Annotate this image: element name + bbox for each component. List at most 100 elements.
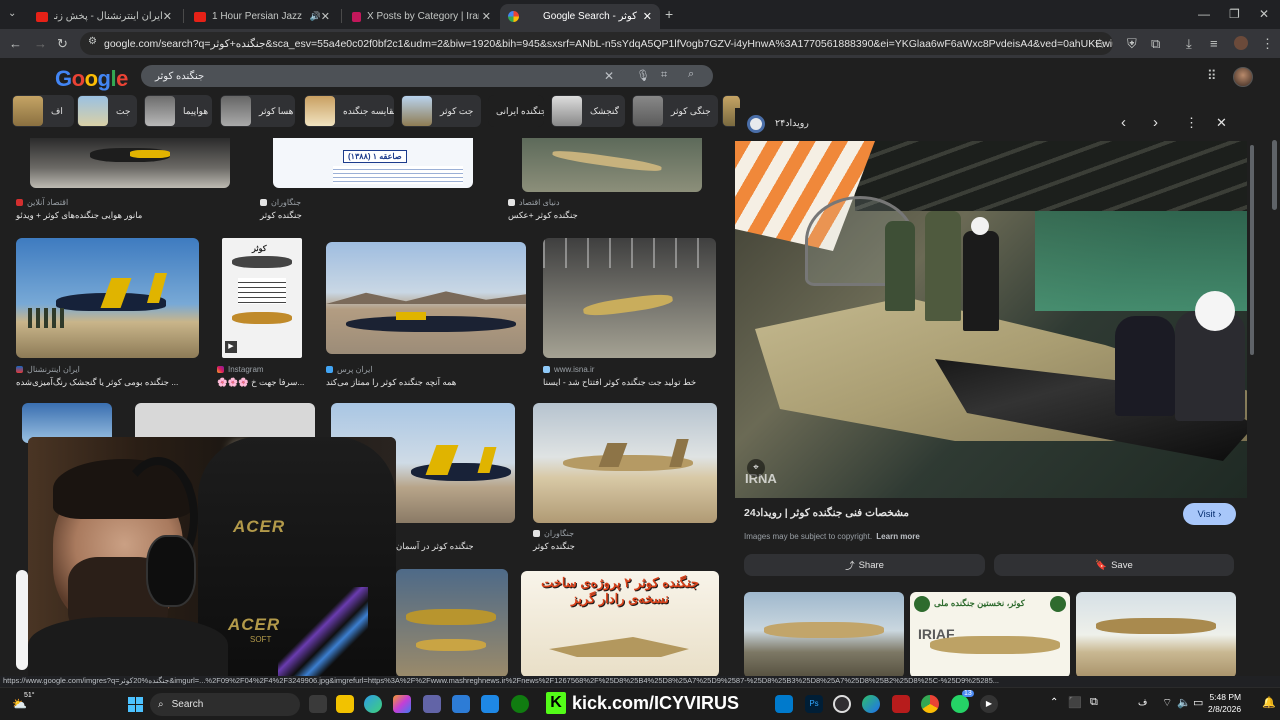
wifi-icon[interactable]: ⌔: [1162, 696, 1172, 710]
search-icon[interactable]: ⌕: [688, 68, 694, 81]
system-clock[interactable]: 5:48 PM 2/8/2026: [1208, 691, 1241, 715]
visit-button[interactable]: Visit ›: [1183, 503, 1236, 525]
chip-hesa-kowsar[interactable]: هسا کوثر: [220, 95, 295, 127]
shield-icon[interactable]: ⛨: [1127, 36, 1137, 52]
store-icon[interactable]: [452, 695, 470, 713]
chip-iranian-fighter[interactable]: جنگنده ایرانی: [488, 95, 544, 127]
chip-jet-kowsar[interactable]: جت کوثر: [401, 95, 481, 127]
close-icon[interactable]: ✕: [163, 10, 172, 23]
lens-icon[interactable]: ⌗: [661, 69, 667, 82]
tray-app-icon[interactable]: ⧉: [1090, 696, 1098, 709]
result-source[interactable]: Instagram: [217, 365, 264, 374]
teams-icon[interactable]: [423, 695, 441, 713]
next-icon[interactable]: ›: [1153, 114, 1158, 131]
chip-compare-fighter[interactable]: مقایسه جنگنده: [304, 95, 394, 127]
copilot-icon[interactable]: [393, 695, 411, 713]
preview-title[interactable]: مشخصات فنی جنگنده کوثر | رویداد24: [744, 507, 909, 519]
learn-more-link[interactable]: Learn more: [876, 532, 920, 541]
panel-scrollbar[interactable]: [1250, 145, 1254, 355]
result-image[interactable]: صاعقه ۱ (۱۳۸۸): [273, 138, 473, 188]
weather-icon[interactable]: ⛅: [12, 697, 27, 711]
result-caption[interactable]: خط تولید جت جنگنده کوثر افتتاح شد - ایسن…: [543, 377, 696, 388]
close-icon[interactable]: ✕: [482, 10, 491, 23]
result-source[interactable]: دنیای اقتصاد: [508, 198, 560, 207]
result-image[interactable]: [533, 403, 717, 523]
window-close-icon[interactable]: ✕: [1259, 7, 1269, 21]
obs-icon[interactable]: [833, 695, 851, 713]
result-caption[interactable]: جنگنده کوثر: [260, 210, 302, 221]
new-tab-icon[interactable]: +: [665, 6, 673, 22]
phone-link-icon[interactable]: [481, 695, 499, 713]
back-icon[interactable]: ←: [9, 36, 22, 51]
search-input[interactable]: جنگنده کوثر ✕ 🎙 ⌗ ⌕: [141, 65, 713, 87]
vscode-icon[interactable]: [775, 695, 793, 713]
result-caption[interactable]: جنگنده بومی کوثر یا گنجشک رنگ‌آمیزی‌شده …: [16, 377, 178, 388]
result-caption[interactable]: 🌸🌸🌸 سرفا جهت خ...: [217, 377, 304, 388]
address-bar[interactable]: ⚙ google.com/search?q=جنگنده+کوثر&sca_es…: [80, 32, 1113, 55]
result-image[interactable]: [522, 138, 702, 192]
chip-jet[interactable]: جت: [77, 95, 137, 127]
task-view-icon[interactable]: [309, 695, 327, 713]
speaker-icon[interactable]: 🔊: [310, 11, 321, 22]
minimize-icon[interactable]: —: [1198, 7, 1210, 21]
clear-icon[interactable]: ✕: [604, 69, 614, 83]
result-source[interactable]: اقتصاد آنلاین: [16, 198, 68, 207]
result-image[interactable]: [16, 238, 199, 358]
result-source[interactable]: www.isna.ir: [543, 365, 594, 374]
tab-search-icon[interactable]: ⌄: [8, 8, 16, 19]
result-source[interactable]: جنگاوران: [260, 198, 301, 207]
tab-google-search[interactable]: Google Search - جنگنده کوثر ✕: [500, 4, 660, 29]
edge-beta-icon[interactable]: [862, 695, 880, 713]
download-icon[interactable]: ⤓: [1186, 36, 1192, 52]
close-icon[interactable]: ✕: [321, 10, 330, 23]
close-icon[interactable]: ✕: [1216, 115, 1227, 131]
visual-search-icon[interactable]: ⌖: [747, 459, 765, 477]
result-image[interactable]: جنگنده کوثر ۲ پروژه‌ی ساخت نسخه‌ی رادار …: [521, 571, 719, 677]
chip-f[interactable]: اف: [12, 95, 74, 127]
save-button[interactable]: 🔖 Save: [994, 554, 1234, 576]
xbox-icon[interactable]: [511, 695, 529, 713]
account-avatar[interactable]: [1233, 67, 1253, 87]
result-caption[interactable]: جنگنده کوثر +عکس: [508, 210, 578, 221]
start-button[interactable]: [128, 697, 143, 712]
edge-icon[interactable]: [364, 695, 382, 713]
media-icon[interactable]: ≡: [1210, 36, 1218, 51]
related-image[interactable]: [744, 592, 904, 678]
result-image[interactable]: [326, 242, 526, 354]
language-icon[interactable]: ف: [1138, 697, 1147, 708]
menu-icon[interactable]: ⋮: [1261, 36, 1274, 52]
notification-bell-icon[interactable]: 🔔: [1262, 696, 1276, 709]
chip-war-kowsar[interactable]: جنگی کوثر: [632, 95, 718, 127]
share-button[interactable]: ⤴ Share: [744, 554, 985, 576]
result-image[interactable]: [16, 570, 28, 670]
tab-iran-international[interactable]: ایران اینترنشنال - پخش زنده - ube ✕: [28, 4, 180, 29]
page-scrollbar[interactable]: [1272, 140, 1277, 210]
result-image[interactable]: [396, 569, 508, 677]
result-image[interactable]: کوثر ▶: [222, 238, 302, 358]
result-caption[interactable]: همه آنچه جنگنده کوثر را ممتاز می‌کند: [326, 377, 456, 388]
more-options-icon[interactable]: ⋮: [1185, 115, 1198, 131]
tab-x-posts[interactable]: X Posts by Category | Iran Mon ✕: [344, 4, 499, 29]
whatsapp-icon[interactable]: [951, 695, 969, 713]
chrome-icon[interactable]: [921, 695, 939, 713]
google-logo[interactable]: Google: [55, 66, 128, 92]
previous-icon[interactable]: ‹: [1121, 114, 1126, 131]
play-video-icon[interactable]: ▶: [225, 341, 237, 353]
reload-icon[interactable]: ↻: [57, 36, 68, 52]
result-caption[interactable]: جنگنده کوثر: [533, 541, 575, 552]
close-icon[interactable]: ✕: [643, 10, 652, 23]
result-source[interactable]: ایران پرس: [326, 365, 373, 374]
chip-sparrow[interactable]: گنجشک: [551, 95, 625, 127]
profile-avatar[interactable]: [1234, 36, 1248, 50]
tray-app-icon[interactable]: ⬛: [1068, 696, 1082, 709]
result-caption[interactable]: جنگنده کوثر در آسمان: [396, 541, 474, 552]
winrar-icon[interactable]: [892, 695, 910, 713]
related-image[interactable]: [1076, 592, 1236, 678]
bookmark-star-icon[interactable]: ☆: [1094, 36, 1106, 52]
volume-icon[interactable]: 🔈: [1177, 696, 1191, 709]
file-explorer-icon[interactable]: [336, 695, 354, 713]
result-image[interactable]: [543, 238, 716, 358]
result-source[interactable]: جنگاوران: [533, 529, 574, 538]
apps-grid-icon[interactable]: ⠿: [1207, 68, 1217, 84]
battery-icon[interactable]: ▭: [1193, 696, 1203, 709]
